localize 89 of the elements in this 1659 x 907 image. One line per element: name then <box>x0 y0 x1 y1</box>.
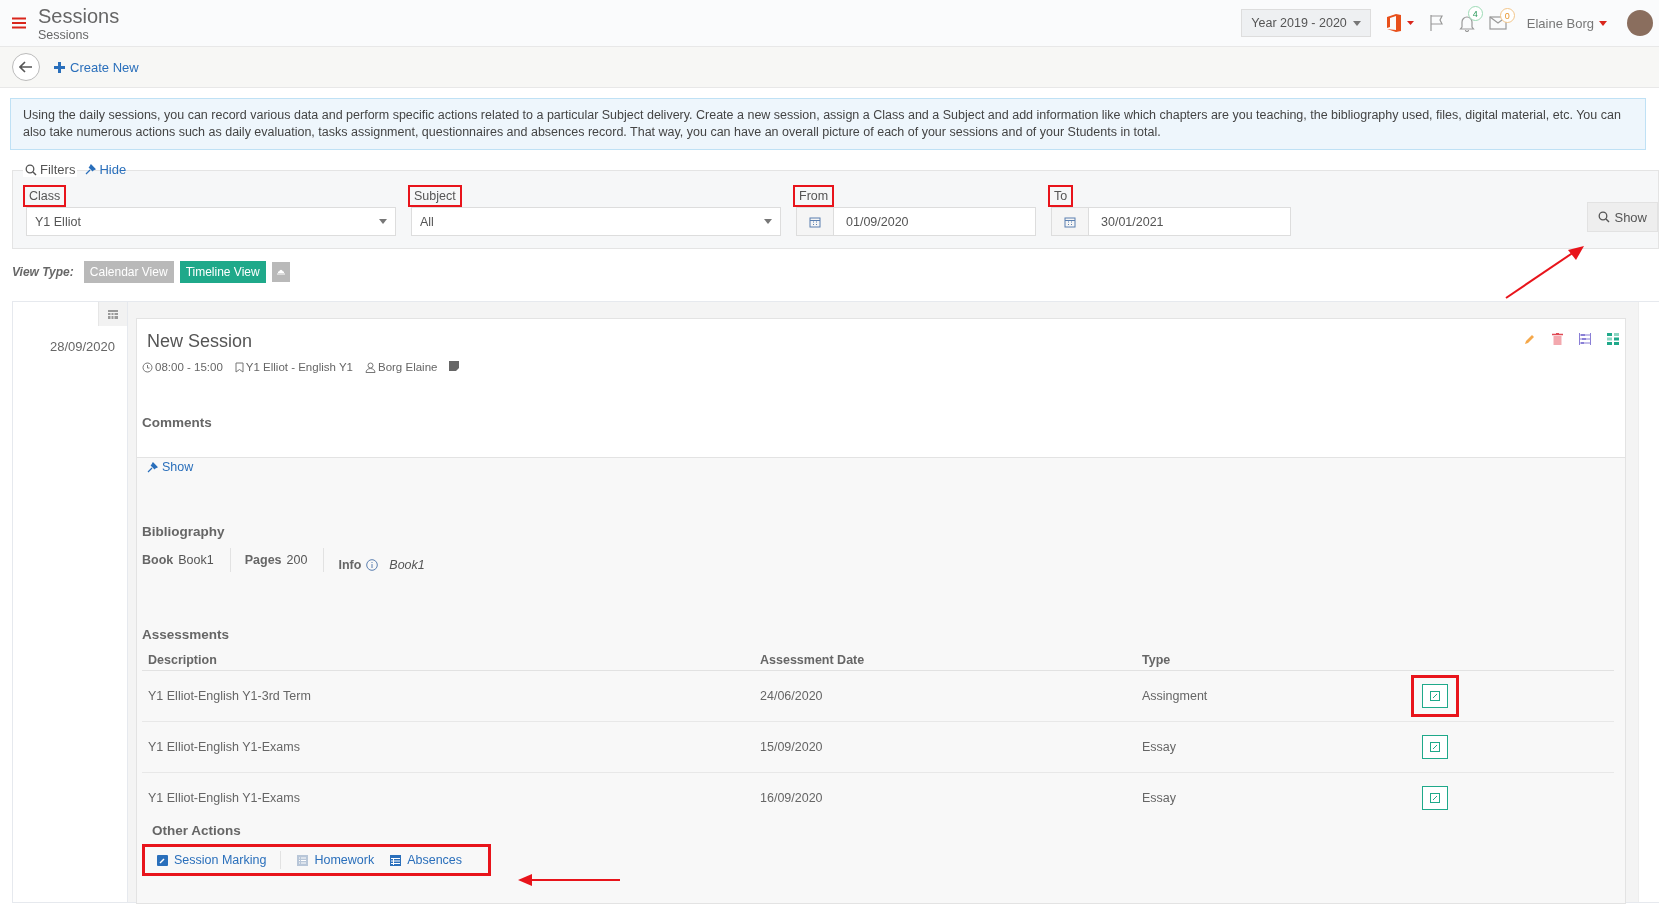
action-link[interactable]: Session Marking <box>155 851 282 869</box>
session-class: Y1 Elliot - English Y1 <box>234 361 353 373</box>
create-new-button[interactable]: Create New <box>54 59 139 75</box>
avatar[interactable] <box>1627 10 1653 36</box>
field-label: From <box>793 185 835 207</box>
clock-icon <box>142 361 153 373</box>
pencil-icon[interactable] <box>1524 333 1536 345</box>
field-label: Subject <box>408 185 462 207</box>
filters-title: Filters <box>23 162 78 177</box>
section-heading: Assessments <box>142 627 231 642</box>
note-icon[interactable] <box>449 361 460 371</box>
office-logo-icon[interactable] <box>1384 13 1415 33</box>
edit-button[interactable] <box>1422 786 1449 810</box>
user-menu[interactable]: Elaine Borg <box>1520 14 1613 32</box>
table-icon <box>390 854 402 866</box>
year-selector[interactable]: Year 2019 - 2020 <box>1241 9 1371 37</box>
field-label: To <box>1048 185 1074 207</box>
calendar-icon <box>809 215 821 228</box>
pin-icon <box>85 164 97 175</box>
edit-icon <box>1430 742 1441 752</box>
session-time: 08:00 - 15:00 <box>142 361 223 373</box>
flag-icon[interactable] <box>1428 14 1445 32</box>
table-cell: Essay <box>1136 772 1406 823</box>
arrow-left-icon <box>19 61 33 73</box>
abacus-icon[interactable] <box>1579 333 1591 345</box>
edit-icon <box>157 854 168 866</box>
back-button[interactable] <box>12 53 40 81</box>
view-toggle[interactable]: Timeline View <box>179 261 266 283</box>
section-heading: Comments <box>142 415 213 430</box>
breadcrumb: Sessions <box>38 27 90 42</box>
view-type-label: View Type: <box>12 265 74 279</box>
table-cell: Y1 Elliot-English Y1-3rd Term <box>142 670 754 722</box>
action-link[interactable]: Absences <box>388 851 477 869</box>
envelope-icon[interactable] <box>1488 16 1507 30</box>
user-icon <box>364 361 376 373</box>
table-cell: Y1 Elliot-English Y1-Exams <box>142 721 754 773</box>
calendar-button[interactable] <box>98 302 127 326</box>
hide-link[interactable]: Hide <box>85 162 127 177</box>
field-label: Pages <box>244 553 282 567</box>
date-field[interactable]: 01/09/2020 <box>796 207 1036 236</box>
calendar-icon <box>107 308 119 320</box>
grid-icon[interactable] <box>1607 333 1619 345</box>
notification-badge: 4 <box>1467 6 1483 21</box>
date-field[interactable]: 30/01/2021 <box>1051 207 1291 236</box>
search-icon <box>1598 211 1611 223</box>
trash-icon[interactable] <box>1552 333 1563 345</box>
field-label: Class <box>23 185 67 207</box>
info-icon[interactable] <box>366 559 379 571</box>
table-cell: 15/09/2020 <box>754 721 1136 773</box>
calendar-icon <box>1064 215 1076 228</box>
session-title: New Session <box>147 331 253 352</box>
show-link[interactable]: Show <box>147 460 1620 474</box>
column-header: Assessment Date <box>754 650 1136 671</box>
field-value: Book1 <box>389 558 425 572</box>
table-cell: 24/06/2020 <box>754 670 1136 722</box>
page-title: Sessions <box>38 4 120 27</box>
edit-button[interactable] <box>1422 684 1449 708</box>
edit-button[interactable] <box>1422 735 1449 759</box>
column-header: Description <box>142 650 754 671</box>
section-heading: Bibliography <box>142 524 226 539</box>
collapse-button[interactable] <box>271 262 290 282</box>
pin-icon <box>147 461 158 473</box>
field-value: 200 <box>286 553 308 567</box>
field-value: Book1 <box>178 553 214 567</box>
message-badge: 0 <box>1499 8 1515 23</box>
action-link[interactable]: Homework <box>295 851 389 869</box>
table-cell: Y1 Elliot-English Y1-Exams <box>142 772 754 823</box>
dropdown[interactable]: Y1 Elliot <box>26 207 396 236</box>
search-icon <box>25 163 37 176</box>
bell-icon[interactable] <box>1458 14 1475 32</box>
info-message: Using the daily sessions, you can record various data and perform specific actions related to a particular Subject delivery. Create a new session, assign a Class and a Subject and add information like which chapters are you teaching, the bibliography used, files, digital material, etc. You can also take numerous actions such as daily evaluation, tasks assignment, questionnaires and absences record. That way, you can have an overall picture of each of your sessions and of your Students in total. <box>10 98 1646 150</box>
list-icon <box>297 854 309 866</box>
table-cell: Assingment <box>1136 670 1406 722</box>
show-button[interactable]: Show <box>1587 202 1658 232</box>
eject-icon <box>276 269 285 275</box>
table-cell: 16/09/2020 <box>754 772 1136 823</box>
dropdown[interactable]: All <box>411 207 781 236</box>
session-date: 28/09/2020 <box>49 339 115 354</box>
edit-icon <box>1430 793 1441 803</box>
table-cell: Essay <box>1136 721 1406 773</box>
menu-icon[interactable] <box>12 17 26 29</box>
field-label: Info <box>338 558 362 572</box>
bookmark-icon <box>234 361 244 373</box>
edit-icon <box>1430 691 1441 701</box>
column-header: Type <box>1136 650 1406 671</box>
plus-icon <box>54 61 65 73</box>
section-heading: Other Actions <box>152 823 242 838</box>
field-label: Book <box>142 553 174 567</box>
session-teacher: Borg Elaine <box>364 361 438 373</box>
